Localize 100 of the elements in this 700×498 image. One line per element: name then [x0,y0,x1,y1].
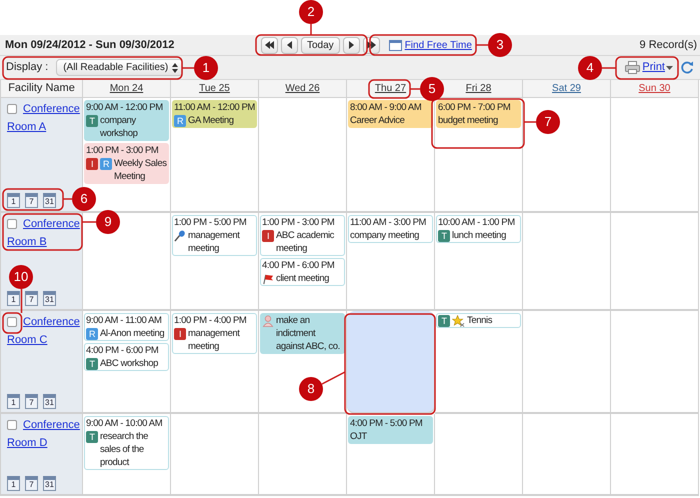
calendar-view-button[interactable]: 7 [25,476,38,491]
facility-link[interactable]: Conference Room B [7,215,80,251]
event-title: client meeting [276,272,330,285]
next-button[interactable] [342,36,360,54]
day-cell[interactable] [523,311,611,414]
calendar-view-button[interactable]: 7 [25,193,38,208]
facility-checkbox[interactable] [7,420,17,430]
previous-button[interactable] [281,36,298,54]
day-cell[interactable]: 6:00 PM - 7:00 PM budget meeting [435,98,523,213]
leader-line [63,198,72,200]
facility-select[interactable]: (All Readable Facilities) [56,59,184,76]
print-link[interactable]: Print [642,59,665,76]
event-title: ABC workshop [100,357,158,370]
first-page-button[interactable] [261,36,278,54]
day-cell[interactable] [523,414,611,496]
event-card[interactable]: 11:00 AM - 3:00 PM company meeting [348,215,433,243]
day-cell[interactable] [523,98,611,213]
event-card[interactable]: 1:00 PM - 4:00 PM I management meeting [172,313,257,354]
day-cell[interactable]: 8:00 AM - 9:00 AM Career Advice [347,98,435,213]
event-card[interactable]: 4:00 PM - 6:00 PM client meeting [260,258,345,286]
event-card[interactable]: 4:00 PM - 6:00 PM T ABC workshop [84,343,169,371]
day-cell[interactable] [611,311,699,414]
day-cell[interactable]: 9:00 AM - 11:00 AM R Al-Anon meeting 4:00 PM - 6:00 PM T ABC workshop [83,311,171,414]
calendar-view-button[interactable]: 1 [7,394,20,409]
find-free-time-link[interactable]: Find Free Time [404,38,472,52]
event-time: 11:00 AM - 3:00 PM [350,216,426,229]
event-title: management meeting [188,229,241,255]
day-cell[interactable]: 1:00 PM - 3:00 PM I ABC academic meeting 4:00 PM - 6:00 PM client meeting [259,213,347,311]
day-cell[interactable]: 1:00 PM - 5:00 PM management meeting [171,213,259,311]
event-title: Career Advice [350,114,404,127]
category-tag: T [86,115,98,127]
calendar-view-button[interactable]: 31 [43,476,56,491]
event-card[interactable]: 9:00 AM - 12:00 PM T company workshop [84,100,169,141]
facility-link[interactable]: Conference Room D [7,416,80,452]
star-icon [452,315,465,327]
category-tag: I [174,328,186,340]
calendar-view-button[interactable]: 31 [43,193,56,208]
event-title: OJT [350,430,367,443]
event-card[interactable]: 1:00 PM - 3:00 PM I ABC academic meeting [260,215,345,256]
event-card[interactable]: 11:00 AM - 12:00 PM R GA Meeting [172,100,257,128]
facility-link[interactable]: Conference Room C [7,313,80,349]
calendar-view-button[interactable]: 1 [7,291,20,306]
updown-icon [172,62,178,72]
category-tag: I [86,158,98,170]
category-tag: T [86,358,98,370]
right-arrow-icon [346,39,356,51]
facility-checkbox[interactable] [7,104,17,114]
callout-outline [615,56,679,80]
facility-checkbox[interactable] [7,317,17,327]
calendar-view-button[interactable]: 7 [25,291,38,306]
day-cell[interactable] [611,414,699,496]
day-cell[interactable] [611,98,699,213]
calendar-view-button[interactable]: 1 [7,193,20,208]
day-cell[interactable]: 10:00 AM - 1:00 PM T lunch meeting [435,213,523,311]
event-title: company meeting [350,229,419,242]
refresh-icon[interactable] [681,61,694,74]
day-cell[interactable] [611,213,699,311]
event-card[interactable]: 10:00 AM - 1:00 PM T lunch meeting [436,215,521,243]
event-card[interactable]: 4:00 PM - 5:00 PM OJT [348,416,433,444]
leader-line [310,24,312,35]
event-title: Weekly Sales Meeting [114,157,167,183]
calendar-view-button[interactable]: 31 [43,394,56,409]
day-cell[interactable]: 11:00 AM - 12:00 PM R GA Meeting [171,98,259,213]
calendar-view-button[interactable]: 1 [7,476,20,491]
event-time: 4:00 PM - 6:00 PM [86,344,158,357]
day-cell[interactable]: 4:00 PM - 5:00 PM OJT [347,414,435,496]
leader-line [602,67,616,69]
event-card[interactable]: 1:00 PM - 3:00 PM I R Weekly Sales Meeting [84,143,169,184]
day-cell[interactable]: T Tennis [435,311,523,414]
event-time: 4:00 PM - 5:00 PM [350,417,422,430]
event-card[interactable]: 6:00 PM - 7:00 PM budget meeting [436,100,521,128]
callout-number: 2 [299,0,323,24]
facility-link[interactable]: Conference Room A [7,100,80,136]
day-cell[interactable] [523,213,611,311]
day-header[interactable]: Thu 27 [374,81,406,96]
calendar-view-button[interactable]: 7 [25,394,38,409]
day-cell[interactable] [83,213,171,311]
day-cell[interactable] [171,414,259,496]
day-cell[interactable]: 1:00 PM - 4:00 PM I management meeting [171,311,259,414]
day-cell[interactable] [435,414,523,496]
event-title: make an indictment against ABC, co. [276,314,341,353]
facility-checkbox[interactable] [7,219,17,229]
event-title: lunch meeting [452,229,506,242]
event-card[interactable]: make an indictment against ABC, co. [260,313,345,354]
day-cell[interactable] [259,414,347,496]
category-tag: T [438,315,450,327]
event-card[interactable]: 8:00 AM - 9:00 AM Career Advice [348,100,433,128]
double-right-arrow-icon [366,39,376,51]
day-cell[interactable]: 11:00 AM - 3:00 PM company meeting [347,213,435,311]
event-card[interactable]: 1:00 PM - 5:00 PM management meeting [172,215,257,256]
day-cell[interactable]: 9:00 AM - 10:00 AM T research the sales of the product [83,414,171,496]
event-card[interactable]: 9:00 AM - 10:00 AM T research the sales of the product [84,416,169,470]
event-time: 1:00 PM - 3:00 PM [86,144,158,157]
event-title: budget meeting [438,114,498,127]
day-cell[interactable] [259,98,347,213]
event-card[interactable]: 9:00 AM - 11:00 AM R Al-Anon meeting [84,313,169,341]
calendar-view-button[interactable]: 31 [43,291,56,306]
today-button[interactable]: Today [301,36,340,54]
event-card[interactable]: T Tennis [436,313,521,328]
leader-line [410,88,420,90]
